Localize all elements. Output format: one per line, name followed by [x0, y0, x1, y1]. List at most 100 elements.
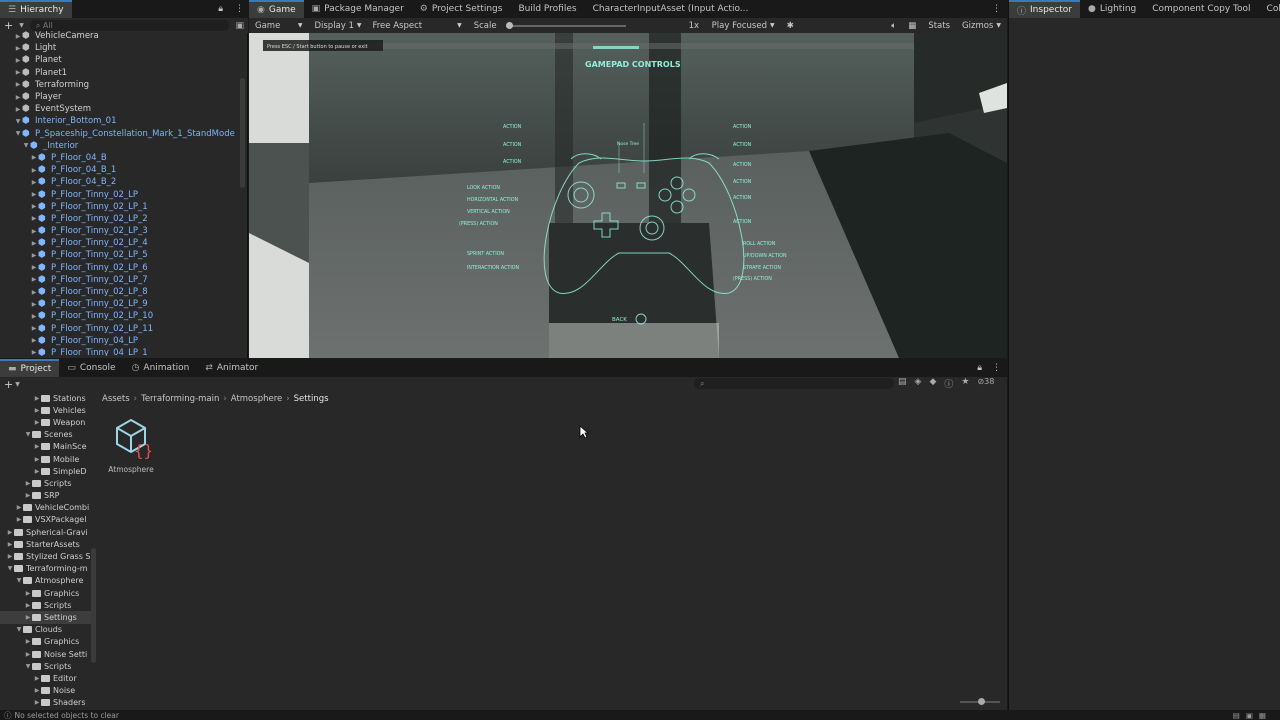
expand-arrow-icon[interactable]: ▶ [30, 325, 38, 332]
hierarchy-row[interactable]: ▶ ⬢ P_Floor_Tinny_02_LP_10 [0, 310, 240, 322]
hierarchy-row[interactable]: ▶ ⬢ EventSystem [0, 103, 240, 115]
expand-arrow-icon[interactable]: ▶ [14, 33, 22, 40]
expand-arrow-icon[interactable]: ▶ [14, 106, 22, 113]
chevron-down-icon[interactable]: ▼ [19, 22, 24, 29]
hierarchy-row[interactable]: ▶ ⬢ P_Floor_04_B_1 [0, 164, 240, 176]
expand-arrow-icon[interactable]: ▶ [33, 687, 41, 694]
project-tree-scrollbar[interactable] [91, 548, 96, 663]
expand-arrow-icon[interactable]: ▼ [15, 577, 23, 584]
expand-arrow-icon[interactable]: ▶ [30, 349, 38, 356]
hierarchy-row[interactable]: ▶ ⬢ P_Floor_Tinny_02_LP_6 [0, 262, 240, 274]
gizmos-dropdown[interactable]: Gizmos ▼ [956, 21, 1007, 31]
hierarchy-row[interactable]: ▶ ⬢ VehicleCamera [0, 30, 240, 42]
expand-arrow-icon[interactable]: ▶ [30, 337, 38, 344]
tab-bottom-1[interactable]: ▭ Console [59, 359, 123, 377]
expand-arrow-icon[interactable]: ▶ [30, 264, 38, 271]
favorite-star-icon[interactable]: ★ [961, 377, 969, 390]
expand-arrow-icon[interactable]: ▶ [15, 516, 23, 523]
hierarchy-row[interactable]: ▶ ⬢ P_Floor_Tinny_02_LP_11 [0, 323, 240, 335]
tab-center-0[interactable]: ◉ Game [249, 0, 304, 18]
folder-tree-item[interactable]: ▼ Clouds [0, 624, 96, 636]
panel-menu-icon[interactable]: ⋮ [986, 0, 1007, 18]
expand-arrow-icon[interactable]: ▶ [6, 541, 14, 548]
folder-tree-item[interactable]: ▶ Scripts [0, 477, 96, 489]
hierarchy-row[interactable]: ▶ ⬢ P_Floor_Tinny_02_LP_1 [0, 201, 240, 213]
folder-tree-item[interactable]: ▶ VSXPackagel [0, 514, 96, 526]
audio-mute-icon[interactable]: 🔈︎ [885, 21, 902, 31]
tab-right-1[interactable]: ● Lighting [1080, 0, 1144, 18]
expand-arrow-icon[interactable]: ▶ [14, 69, 22, 76]
folder-tree-item[interactable]: ▶ Stations [0, 392, 96, 404]
scale-control[interactable]: Scale 1x [468, 21, 706, 31]
search-by-type-icon[interactable]: ▤ [898, 377, 907, 390]
expand-arrow-icon[interactable]: ▶ [6, 553, 14, 560]
expand-arrow-icon[interactable]: ▼ [14, 130, 22, 137]
hierarchy-row[interactable]: ▶ ⬢ P_Floor_04_B [0, 152, 240, 164]
expand-arrow-icon[interactable]: ▶ [30, 167, 38, 174]
tab-center-3[interactable]: Build Profiles [510, 0, 584, 18]
expand-arrow-icon[interactable]: ▼ [6, 565, 14, 572]
folder-tree-item[interactable]: ▶ Editor [0, 672, 96, 684]
tab-hierarchy[interactable]: ☰ Hierarchy [0, 0, 72, 18]
tab-bottom-0[interactable]: ▬ Project [0, 359, 60, 377]
tab-bottom-3[interactable]: ⇄ Animator [197, 359, 266, 377]
expand-arrow-icon[interactable]: ▼ [24, 663, 32, 670]
hierarchy-row[interactable]: ▶ ⬢ P_Floor_Tinny_02_LP_9 [0, 298, 240, 310]
hierarchy-row[interactable]: ▶ ⬢ P_Floor_Tinny_04_LP [0, 335, 240, 347]
hierarchy-row[interactable]: ▶ ⬢ P_Floor_Tinny_02_LP_8 [0, 286, 240, 298]
expand-arrow-icon[interactable]: ▼ [15, 626, 23, 633]
tab-right-0[interactable]: ⓘ Inspector [1009, 0, 1080, 18]
hierarchy-row[interactable]: ▶ ⬢ Terraforming [0, 79, 240, 91]
project-content-area[interactable]: {} Atmosphere [98, 408, 1007, 694]
hierarchy-row[interactable]: ▶ ⬢ Light [0, 42, 240, 54]
expand-arrow-icon[interactable]: ▼ [24, 431, 32, 438]
grid-icon[interactable]: ▦ [902, 21, 922, 31]
lock-icon[interactable]: 🔒︎ [973, 359, 986, 377]
hierarchy-row[interactable]: ▼ ⬢ P_Spaceship_Constellation_Mark_1_Stand… [0, 128, 240, 140]
folder-tree-item[interactable]: ▶ Weapon [0, 416, 96, 428]
folder-tree-item[interactable]: ▶ Noise Setti [0, 648, 96, 660]
folder-tree-item[interactable]: ▶ Settings [0, 611, 96, 624]
bug-icon[interactable]: ✱ [781, 21, 800, 31]
info-icon[interactable]: ⓘ [944, 377, 953, 390]
expand-arrow-icon[interactable]: ▶ [30, 301, 38, 308]
tab-center-2[interactable]: ⚙ Project Settings [412, 0, 511, 18]
expand-arrow-icon[interactable]: ▶ [24, 638, 32, 645]
tab-right-2[interactable]: Component Copy Tool [1144, 0, 1258, 18]
hierarchy-row[interactable]: ▶ ⬢ P_Floor_Tinny_02_LP_5 [0, 249, 240, 261]
folder-tree-item[interactable]: ▶ Vehicles [0, 404, 96, 416]
folder-tree-item[interactable]: ▶ SimpleD [0, 465, 96, 477]
expand-arrow-icon[interactable]: ▶ [24, 614, 32, 621]
panel-menu-icon[interactable]: ⋮ [986, 359, 1007, 377]
expand-arrow-icon[interactable]: ▶ [15, 504, 23, 511]
breadcrumb-item[interactable]: Settings [294, 394, 329, 404]
hierarchy-row[interactable]: ▶ ⬢ P_Floor_Tinny_04_LP_1 [0, 347, 240, 356]
add-icon[interactable]: + [4, 378, 13, 391]
display-dropdown[interactable]: Display 1 ▼ [308, 21, 366, 31]
expand-arrow-icon[interactable]: ▶ [14, 45, 22, 52]
folder-tree-item[interactable]: ▶ Stylized Grass S [0, 550, 96, 562]
hierarchy-scrollbar[interactable] [240, 78, 245, 188]
play-mode-dropdown[interactable]: Play Focused ▼ [706, 21, 781, 31]
game-mode-dropdown[interactable]: Game ▼ [249, 21, 308, 31]
expand-arrow-icon[interactable]: ▶ [14, 94, 22, 101]
expand-arrow-icon[interactable]: ▶ [33, 456, 41, 463]
expand-arrow-icon[interactable]: ▶ [30, 289, 38, 296]
folder-tree-item[interactable]: ▶ Spherical-Gravi [0, 526, 96, 538]
folder-tree-item[interactable]: ▶ Scripts [0, 599, 96, 611]
expand-arrow-icon[interactable]: ▶ [33, 407, 41, 414]
folder-tree-item[interactable]: ▶ VehicleCombi [0, 502, 96, 514]
expand-arrow-icon[interactable]: ▶ [33, 419, 41, 426]
hierarchy-row[interactable]: ▶ ⬢ Planet1 [0, 67, 240, 79]
tab-bottom-2[interactable]: ◷ Animation [124, 359, 198, 377]
status-icons[interactable]: ▤▣▦ [1233, 711, 1272, 720]
tag-icon[interactable]: ◆ [929, 377, 936, 390]
hierarchy-row[interactable]: ▶ ⬢ Planet [0, 54, 240, 66]
expand-arrow-icon[interactable]: ▶ [30, 240, 38, 247]
scene-visibility-icon[interactable]: ▣ [235, 21, 244, 31]
expand-arrow-icon[interactable]: ▶ [30, 203, 38, 210]
expand-arrow-icon[interactable]: ▶ [30, 276, 38, 283]
asset-tile-atmosphere[interactable]: {} Atmosphere [108, 416, 154, 474]
project-search-input[interactable]: ⌕ [694, 378, 894, 389]
expand-arrow-icon[interactable]: ▶ [24, 480, 32, 487]
